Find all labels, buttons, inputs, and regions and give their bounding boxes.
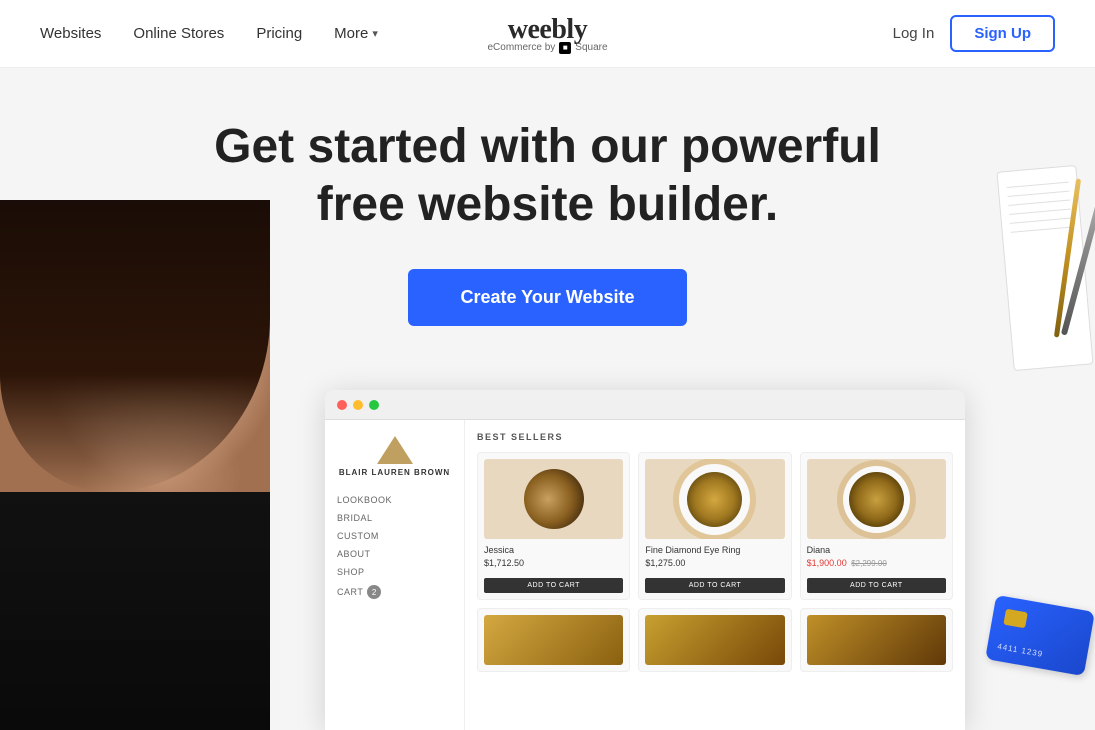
browser-content: BLAIR LAUREN BROWN LOOKBOOK BRIDAL CUSTO…	[325, 420, 965, 730]
person-clothing	[0, 492, 270, 730]
browser-main-content: BEST SELLERS Jessica $1,712.50 ADD TO CA…	[465, 420, 965, 730]
sidebar-logo: BLAIR LAUREN BROWN	[337, 436, 452, 477]
nav-left: Websites Online Stores Pricing More ▾	[40, 25, 378, 42]
cart-badge: 2	[367, 585, 381, 599]
add-to-cart-diamond[interactable]: ADD TO CART	[645, 578, 784, 593]
product-name-jessica: Jessica	[484, 545, 623, 555]
credit-card: 4411 1239	[985, 595, 1095, 676]
logo: weebly eCommerce by ■ Square	[487, 14, 607, 54]
header: Websites Online Stores Pricing More ▾ we…	[0, 0, 1095, 68]
nav-online-stores[interactable]: Online Stores	[133, 25, 224, 42]
notebook-line	[1010, 217, 1072, 223]
notebook-line	[1008, 191, 1070, 197]
sidebar-item-shop[interactable]: SHOP	[337, 563, 452, 581]
ring-image-1	[524, 469, 584, 529]
bottom-product-img-1	[484, 615, 623, 665]
sidebar-brand: BLAIR LAUREN BROWN	[339, 468, 450, 477]
product-image-jessica	[484, 459, 623, 539]
browser-bar	[325, 390, 965, 420]
ring-image-2	[687, 472, 742, 527]
product-sale-price: $1,900.00	[807, 558, 847, 568]
sidebar-item-about[interactable]: ABOUT	[337, 545, 452, 563]
nav-websites[interactable]: Websites	[40, 25, 101, 42]
product-card-diana: Diana $1,900.00 $2,299.00 ADD TO CART	[800, 452, 953, 600]
nav-pricing[interactable]: Pricing	[256, 25, 302, 42]
sidebar-item-lookbook[interactable]: LOOKBOOK	[337, 491, 452, 509]
decorative-items: 4411 1239	[965, 148, 1095, 730]
product-card-jessica: Jessica $1,712.50 ADD TO CART	[477, 452, 630, 600]
product-original-price: $2,299.00	[851, 559, 887, 568]
login-button[interactable]: Log In	[893, 25, 935, 42]
ring-image-3	[849, 472, 904, 527]
person-hair	[0, 200, 270, 492]
browser-dot-green	[369, 400, 379, 410]
product-name-diana: Diana	[807, 545, 946, 555]
add-to-cart-jessica[interactable]: ADD TO CART	[484, 578, 623, 593]
product-price-jessica: $1,712.50	[484, 558, 623, 568]
notebook-line	[1008, 200, 1070, 206]
browser-sidebar: BLAIR LAUREN BROWN LOOKBOOK BRIDAL CUSTO…	[325, 420, 465, 730]
product-image-diamond	[645, 459, 784, 539]
notebook-lines	[998, 166, 1083, 256]
browser-mockup: BLAIR LAUREN BROWN LOOKBOOK BRIDAL CUSTO…	[325, 390, 965, 730]
signup-button[interactable]: Sign Up	[950, 15, 1055, 52]
hero-section: Get started with our powerful free websi…	[0, 68, 1095, 730]
sidebar-menu: LOOKBOOK BRIDAL CUSTOM ABOUT SHOP CART 2	[337, 491, 452, 603]
bottom-product-img-2	[645, 615, 784, 665]
add-to-cart-diana[interactable]: ADD TO CART	[807, 578, 946, 593]
create-website-button[interactable]: Create Your Website	[408, 269, 686, 326]
browser-dot-red	[337, 400, 347, 410]
credit-card-chip	[1003, 609, 1027, 629]
best-sellers-label: BEST SELLERS	[477, 432, 953, 442]
notebook	[996, 165, 1093, 371]
product-card-bottom-1	[477, 608, 630, 672]
credit-card-number: 4411 1239	[997, 642, 1044, 659]
notebook-line	[1009, 209, 1071, 215]
product-card-bottom-2	[638, 608, 791, 672]
pen-icon-2	[1054, 178, 1081, 337]
product-name-diamond: Fine Diamond Eye Ring	[645, 545, 784, 555]
product-card-bottom-3	[800, 608, 953, 672]
sidebar-item-cart[interactable]: CART 2	[337, 581, 452, 603]
chevron-down-icon: ▾	[372, 27, 378, 40]
person-face	[0, 200, 270, 730]
notebook-line	[1011, 226, 1073, 232]
hero-person-image	[0, 200, 270, 730]
product-image-diana	[807, 459, 946, 539]
product-card-diamond: Fine Diamond Eye Ring $1,275.00 ADD TO C…	[638, 452, 791, 600]
nav-more[interactable]: More ▾	[334, 25, 378, 42]
sidebar-item-bridal[interactable]: BRIDAL	[337, 509, 452, 527]
logo-subtitle: eCommerce by ■ Square	[487, 42, 607, 54]
sidebar-item-custom[interactable]: CUSTOM	[337, 527, 452, 545]
bottom-product-img-3	[807, 615, 946, 665]
bottom-products	[477, 608, 953, 672]
product-price-diana: $1,900.00 $2,299.00	[807, 558, 946, 568]
notebook-line	[1007, 182, 1069, 188]
products-grid: Jessica $1,712.50 ADD TO CART Fine Diamo…	[477, 452, 953, 600]
product-price-diamond: $1,275.00	[645, 558, 784, 568]
nav-right: Log In Sign Up	[893, 15, 1055, 52]
sidebar-triangle-logo	[377, 436, 413, 464]
square-icon: ■	[559, 42, 571, 54]
browser-dot-yellow	[353, 400, 363, 410]
pen-icon-1	[1061, 160, 1095, 335]
hero-title: Get started with our powerful free websi…	[168, 118, 928, 233]
